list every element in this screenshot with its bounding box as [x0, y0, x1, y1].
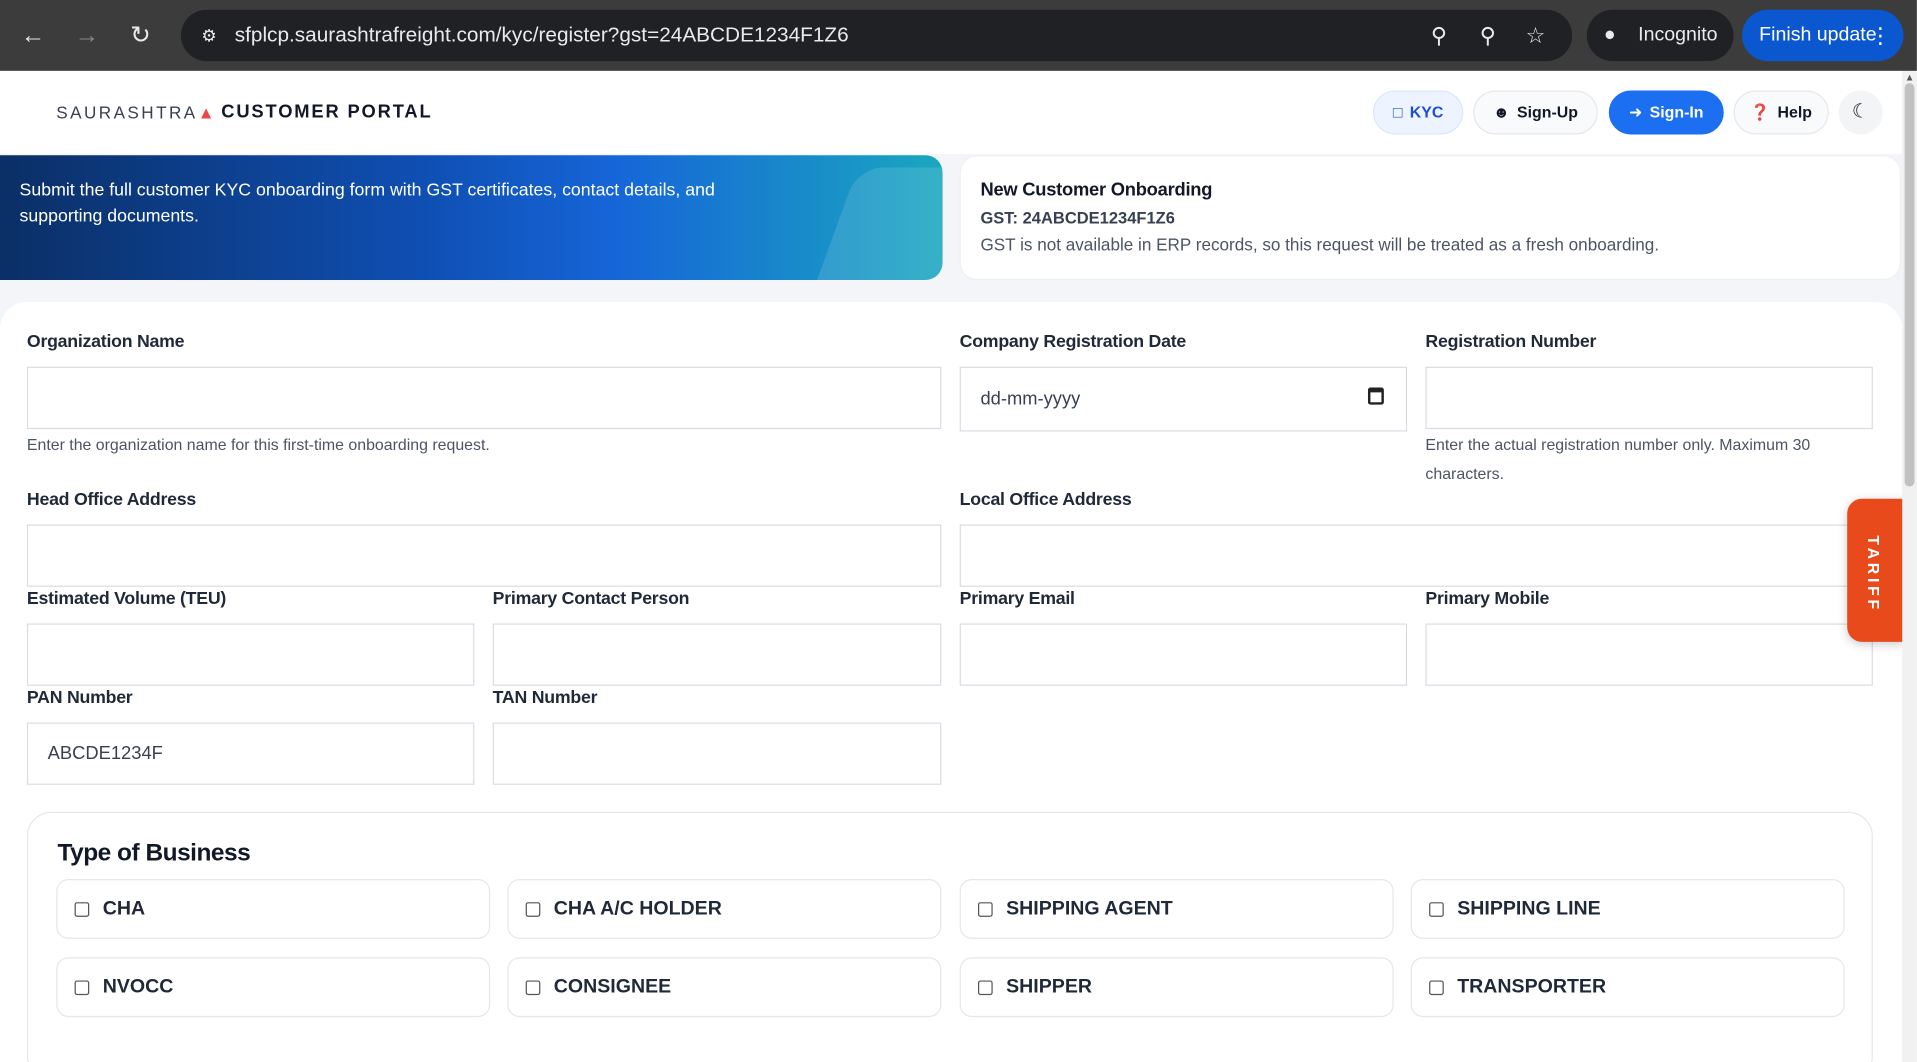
calendar-icon[interactable] [1367, 387, 1384, 405]
signup-button[interactable]: ☻ Sign-Up [1473, 90, 1598, 135]
back-icon[interactable]: ← [15, 17, 52, 54]
business-option-cha[interactable]: CHA [56, 878, 491, 939]
checkbox[interactable] [1429, 980, 1444, 996]
business-option-shipping-agent[interactable]: SHIPPING AGENT [959, 878, 1394, 939]
zoom-icon[interactable]: ⚲ [1474, 22, 1501, 49]
incognito-indicator[interactable]: ● Incognito [1586, 9, 1734, 62]
user-plus-icon: ☻ [1492, 102, 1510, 122]
contact-person-label: Primary Contact Person [492, 589, 690, 609]
onboarding-info-card: New Customer Onboarding GST: 24ABCDE1234… [959, 155, 1901, 280]
pan-input[interactable]: ABCDE1234F [26, 722, 475, 785]
kyc-button[interactable]: □ KYC [1372, 90, 1464, 135]
checkbox[interactable] [74, 902, 90, 917]
checkbox[interactable] [525, 902, 541, 917]
contact-person-input[interactable] [492, 623, 942, 686]
forward-icon[interactable]: → [68, 17, 105, 54]
address-bar[interactable]: ⚙ sfplcp.saurashtrafreight.com/kyc/regis… [180, 9, 1573, 62]
menu-dots-icon[interactable]: ⋮ [1869, 10, 1891, 61]
tariff-label: TARIFF [1864, 535, 1883, 613]
business-option-cha-ac-holder[interactable]: CHA A/C HOLDER [507, 878, 942, 939]
vertical-scrollbar[interactable]: ▲ [1902, 70, 1917, 1062]
email-label: Primary Email [959, 589, 1075, 609]
head-office-input[interactable] [26, 524, 942, 587]
location-icon[interactable]: ⚲ [1425, 22, 1452, 49]
signin-button[interactable]: ➜ Sign-In [1608, 90, 1724, 135]
volume-input[interactable] [26, 623, 475, 686]
site-header: SAURASHTRA▲ CUSTOMER PORTAL □ KYC ☻ Sign-U… [0, 70, 1903, 155]
org-name-help: Enter the organization name for this fir… [26, 435, 490, 454]
org-name-label: Organization Name [26, 332, 185, 353]
tariff-tab[interactable]: TARIFF [1847, 498, 1904, 642]
tan-label: TAN Number [492, 688, 598, 708]
business-type-title: Type of Business [57, 839, 251, 867]
business-option-transporter[interactable]: TRANSPORTER [1410, 957, 1845, 1018]
business-option-shipping-line[interactable]: SHIPPING LINE [1410, 878, 1845, 939]
mobile-input[interactable] [1425, 623, 1873, 686]
document-icon: □ [1392, 102, 1403, 122]
scroll-up-icon[interactable]: ▲ [1903, 72, 1915, 83]
help-button[interactable]: ❓ Help [1733, 90, 1829, 135]
business-option-shipper[interactable]: SHIPPER [959, 957, 1394, 1018]
local-office-label: Local Office Address [959, 490, 1132, 510]
pan-label: PAN Number [26, 688, 133, 708]
scrollbar-thumb[interactable] [1904, 83, 1915, 487]
hero-banner: Submit the full customer KYC onboarding … [0, 155, 943, 280]
bookmark-star-icon[interactable]: ☆ [1522, 22, 1549, 49]
portal-title: CUSTOMER PORTAL [221, 101, 433, 123]
business-option-consignee[interactable]: CONSIGNEE [507, 957, 942, 1018]
info-gst: GST: 24ABCDE1234F1Z6 [980, 209, 1175, 228]
reg-date-label: Company Registration Date [959, 332, 1187, 353]
email-input[interactable] [959, 623, 1408, 686]
incognito-icon: ● [1603, 24, 1616, 46]
help-icon: ❓ [1750, 102, 1771, 122]
local-office-input[interactable] [959, 524, 1873, 587]
checkbox[interactable] [525, 980, 541, 996]
volume-label: Estimated Volume (TEU) [26, 589, 227, 609]
checkbox[interactable] [978, 980, 993, 996]
logo-triangle-icon: ▲ [197, 102, 218, 123]
business-option-nvocc[interactable]: NVOCC [56, 957, 491, 1018]
reg-number-input[interactable] [1425, 366, 1873, 430]
reg-date-placeholder: dd-mm-yyyy [980, 388, 1081, 410]
head-office-label: Head Office Address [26, 490, 196, 510]
finish-update-button[interactable]: Finish update ⋮ [1742, 9, 1904, 62]
brand-logo[interactable]: SAURASHTRA▲ [56, 103, 217, 123]
checkbox[interactable] [978, 902, 993, 917]
info-description: GST is not available in ERP records, so … [980, 234, 1660, 255]
hero-text: Submit the full customer KYC onboarding … [19, 180, 715, 227]
browser-toolbar: ← → ↻ ⚙ sfplcp.saurashtrafreight.com/kyc… [0, 0, 1917, 71]
login-icon: ➜ [1629, 102, 1643, 122]
tan-input[interactable] [492, 722, 942, 785]
reg-number-help: Enter the actual registration number onl… [1425, 435, 1811, 483]
dark-mode-toggle[interactable]: ☾ [1838, 90, 1883, 135]
reload-icon[interactable]: ↻ [122, 17, 159, 54]
site-settings-icon[interactable]: ⚙ [196, 22, 223, 49]
finish-update-label: Finish update [1759, 24, 1877, 46]
checkbox[interactable] [1429, 902, 1444, 917]
mobile-label: Primary Mobile [1425, 589, 1550, 609]
business-type-card: Type of Business CHA CHA A/C HOLDER SHIP… [26, 811, 1873, 1062]
info-title: New Customer Onboarding [980, 179, 1213, 201]
reg-date-input[interactable]: dd-mm-yyyy [959, 366, 1408, 432]
moon-icon: ☾ [1851, 101, 1870, 123]
incognito-label: Incognito [1638, 24, 1718, 46]
url-text[interactable]: sfplcp.saurashtrafreight.com/kyc/registe… [235, 23, 849, 47]
reg-number-label: Registration Number [1425, 332, 1597, 353]
org-name-input[interactable] [26, 366, 942, 430]
checkbox[interactable] [74, 980, 90, 996]
